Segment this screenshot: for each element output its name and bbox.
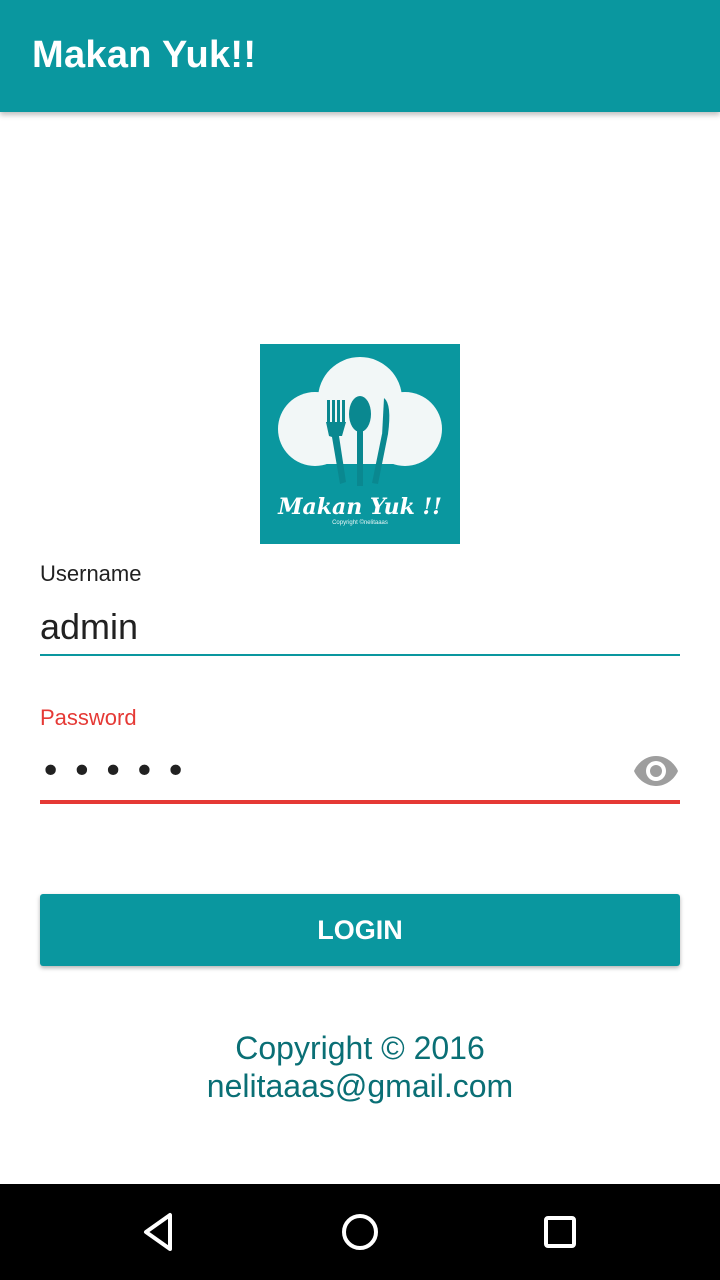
eye-icon[interactable] xyxy=(632,754,680,788)
login-button[interactable]: LOGIN xyxy=(40,894,680,966)
logo-subtext: Copyright ©nelitaaas xyxy=(332,520,388,526)
contact-email: nelitaaas@gmail.com xyxy=(206,1068,514,1104)
password-label: Password xyxy=(40,705,137,730)
copyright-line: Copyright © 2016 xyxy=(235,1030,485,1066)
copyright-footer: Copyright © 2016 nelitaaas@gmail.com xyxy=(0,1029,720,1105)
system-nav-bar xyxy=(0,1184,720,1280)
username-underline xyxy=(40,654,680,656)
recents-square-icon[interactable] xyxy=(536,1208,584,1256)
password-field[interactable]: ••••• xyxy=(40,748,196,796)
login-screen: Makan Yuk!! Makan Yuk !! Copyright ©neli… xyxy=(0,0,720,1280)
username-label: Username xyxy=(40,561,142,586)
back-triangle-icon[interactable] xyxy=(136,1208,184,1256)
app-title: Makan Yuk!! xyxy=(32,34,257,76)
app-logo: Makan Yuk !! Copyright ©nelitaaas xyxy=(260,344,460,544)
logo-text: Makan Yuk !! xyxy=(278,494,442,520)
app-bar: Makan Yuk!! xyxy=(0,0,720,112)
home-circle-icon[interactable] xyxy=(336,1208,384,1256)
username-field[interactable] xyxy=(40,603,680,651)
password-underline xyxy=(40,800,680,804)
